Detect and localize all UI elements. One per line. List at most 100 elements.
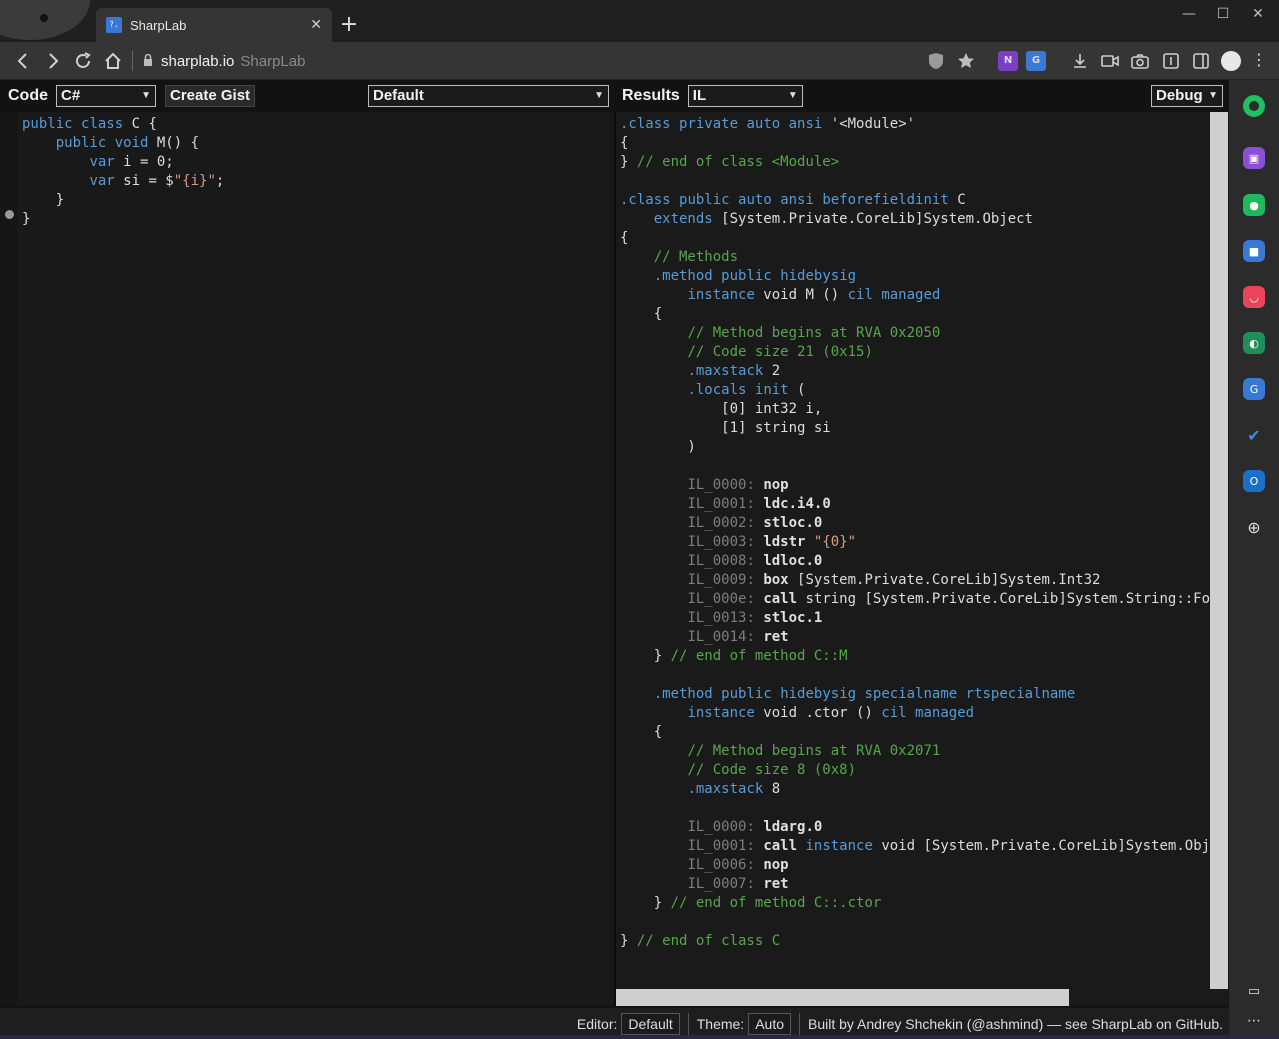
editor-gutter bbox=[0, 112, 18, 1006]
code-line: public void M() { bbox=[22, 134, 614, 153]
editor-select[interactable]: Default bbox=[621, 1012, 680, 1035]
code-token: IL_0006: bbox=[687, 857, 755, 873]
il-line: // Code size 21 (0x15) bbox=[620, 343, 1210, 362]
code-token: stloc.0 bbox=[763, 515, 823, 531]
tools-briefcase-icon[interactable]: ■ bbox=[1243, 240, 1265, 262]
reader-mode-icon[interactable] bbox=[1161, 51, 1181, 71]
edge-drop-icon[interactable]: ◐ bbox=[1243, 332, 1265, 354]
il-line: } // end of method C::.ctor bbox=[620, 894, 1210, 913]
more-menu-icon[interactable]: ⋮ bbox=[1249, 51, 1269, 71]
il-line: IL_0014: ret bbox=[620, 628, 1210, 647]
code-token: ansi bbox=[788, 116, 823, 132]
results-horizontal-scrollbar[interactable] bbox=[616, 989, 1228, 1006]
code-token: IL_0000: bbox=[687, 477, 755, 493]
il-line: IL_0000: nop bbox=[620, 476, 1210, 495]
branch-select[interactable]: Default ▼ bbox=[368, 85, 609, 107]
results-pane-header: Results IL ▼ bbox=[622, 80, 803, 112]
il-line: [0] int32 i, bbox=[620, 400, 1210, 419]
code-token: void .ctor () bbox=[754, 705, 882, 721]
code-token: instance bbox=[805, 838, 873, 854]
code-token: box bbox=[763, 572, 789, 588]
translator-icon[interactable]: G bbox=[1243, 378, 1265, 400]
address-bar[interactable]: sharplab.io SharpLab bbox=[132, 48, 305, 74]
code-token: cil bbox=[847, 287, 873, 303]
window-maximize-button[interactable]: ☐ bbox=[1205, 4, 1241, 24]
add-icon[interactable]: ⊕ bbox=[1243, 516, 1265, 538]
lightbulb-icon[interactable] bbox=[5, 210, 14, 219]
code-editor[interactable]: public class C { public void M() { var i… bbox=[18, 112, 614, 1006]
copilot-icon[interactable] bbox=[1243, 95, 1265, 117]
notification-bell-icon[interactable]: ● bbox=[1243, 194, 1265, 216]
browser-tab-sharplab[interactable]: ?. SharpLab ✕ bbox=[96, 8, 332, 42]
il-line: IL_0006: nop bbox=[620, 856, 1210, 875]
code-token: instance bbox=[687, 287, 755, 303]
chevron-down-icon: ▼ bbox=[1208, 90, 1218, 101]
more-options-icon[interactable]: ⋯ bbox=[1243, 1010, 1265, 1032]
window-minimize-button[interactable]: — bbox=[1171, 4, 1207, 24]
code-token: specialname bbox=[864, 686, 958, 702]
video-icon[interactable] bbox=[1100, 51, 1120, 71]
code-label: Code bbox=[8, 87, 48, 104]
camera-icon[interactable] bbox=[1130, 51, 1150, 71]
shopping-icon[interactable]: ▣ bbox=[1243, 147, 1265, 169]
back-icon[interactable] bbox=[12, 50, 34, 72]
language-select[interactable]: C# ▼ bbox=[56, 85, 156, 107]
il-line: // Code size 8 (0x8) bbox=[620, 761, 1210, 780]
chevron-down-icon: ▼ bbox=[594, 90, 604, 101]
il-line bbox=[620, 172, 1210, 191]
translate-extension-icon[interactable]: G bbox=[1026, 51, 1046, 71]
code-token: auto bbox=[746, 116, 781, 132]
todo-check-icon[interactable]: ✔ bbox=[1243, 424, 1265, 446]
code-token: instance bbox=[687, 705, 755, 721]
download-icon[interactable] bbox=[1070, 51, 1090, 71]
window-close-button[interactable]: ✕ bbox=[1240, 4, 1276, 24]
taskbar-strip bbox=[0, 1035, 1279, 1039]
profile-avatar-icon[interactable] bbox=[1221, 51, 1241, 71]
il-line: } // end of class C bbox=[620, 932, 1210, 951]
onenote-extension-icon[interactable]: N bbox=[998, 51, 1018, 71]
code-token: var bbox=[89, 154, 115, 170]
il-line: IL_0001: call instance void [System.Priv… bbox=[620, 837, 1210, 856]
code-line: var si = $"{i}"; bbox=[22, 172, 614, 191]
results-vertical-scrollbar[interactable] bbox=[1210, 112, 1228, 989]
reload-icon[interactable] bbox=[72, 50, 94, 72]
sidebar-toggle-icon[interactable] bbox=[1191, 51, 1211, 71]
pocket-icon[interactable]: ◡ bbox=[1243, 286, 1265, 308]
mode-select[interactable]: Debug ▼ bbox=[1151, 85, 1223, 107]
chevron-down-icon: ▼ bbox=[787, 90, 798, 101]
code-token: [1] string si bbox=[620, 420, 831, 436]
scrollbar-thumb[interactable] bbox=[616, 989, 1069, 1006]
code-token: // Method begins at RVA 0x2071 bbox=[687, 743, 941, 759]
credit-link[interactable]: Built by Andrey Shchekin (@ashmind) — se… bbox=[808, 1016, 1223, 1032]
shield-extension-icon[interactable] bbox=[926, 51, 946, 71]
code-token: public bbox=[721, 268, 772, 284]
theme-select[interactable]: Auto bbox=[748, 1012, 792, 1035]
outlook-icon[interactable]: O bbox=[1243, 470, 1265, 492]
language-select-value: C# bbox=[61, 87, 81, 104]
code-token: public bbox=[22, 116, 73, 132]
split-screen-icon[interactable]: ▭ bbox=[1243, 980, 1265, 1002]
tab-close-icon[interactable]: ✕ bbox=[310, 17, 322, 33]
home-icon[interactable] bbox=[102, 50, 124, 72]
forward-icon[interactable] bbox=[42, 50, 64, 72]
il-results-view[interactable]: .class private auto ansi '<Module>'{} //… bbox=[616, 112, 1210, 989]
new-tab-button[interactable]: + bbox=[338, 12, 360, 38]
code-token: .maxstack bbox=[687, 363, 764, 379]
create-gist-button[interactable]: Create Gist bbox=[165, 85, 256, 107]
il-line: IL_0002: stloc.0 bbox=[620, 514, 1210, 533]
favorite-star-icon[interactable] bbox=[956, 51, 976, 71]
code-token: // Method begins at RVA 0x2050 bbox=[687, 325, 941, 341]
il-line: .method public hidebysig specialname rts… bbox=[620, 685, 1210, 704]
output-select[interactable]: IL ▼ bbox=[687, 85, 803, 107]
